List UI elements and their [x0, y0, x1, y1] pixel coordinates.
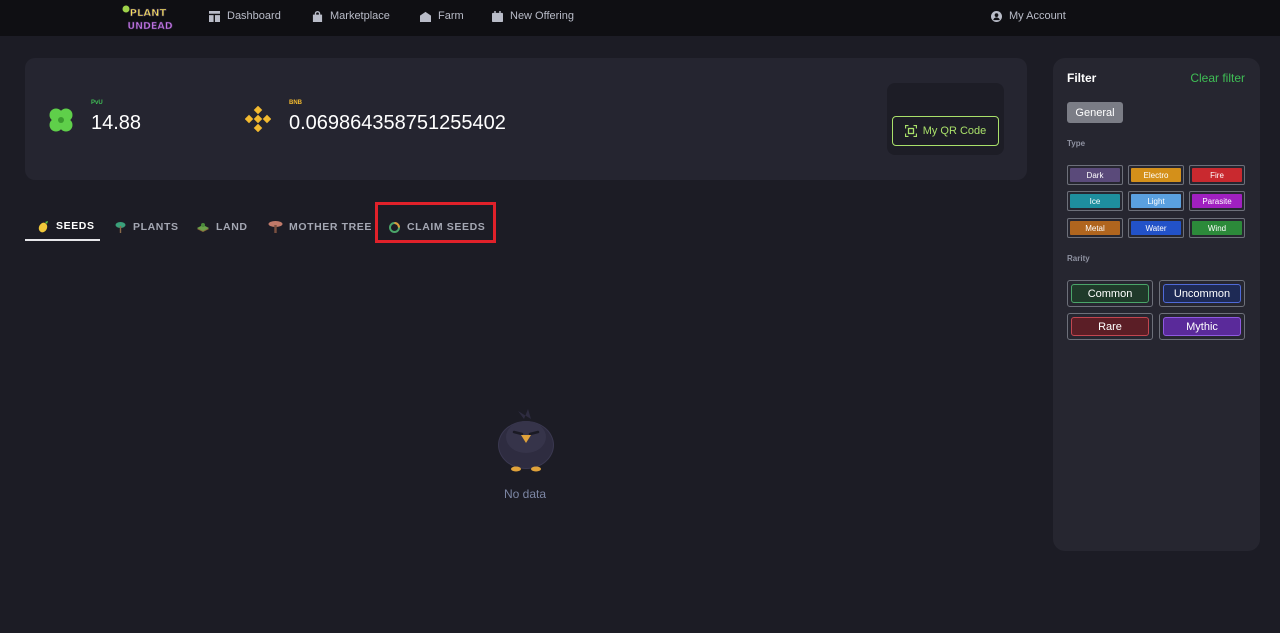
type-metal-chip[interactable]: Metal	[1067, 218, 1123, 238]
nav-marketplace[interactable]: Marketplace	[312, 10, 390, 22]
seed-icon	[38, 220, 48, 232]
rarity-section-label: Rarity	[1067, 254, 1090, 263]
crow-mascot-icon	[498, 409, 554, 472]
type-water-chip[interactable]: Water	[1128, 218, 1184, 238]
tab-seeds[interactable]: SEEDS	[25, 213, 100, 241]
tab-plants-label: PLANTS	[133, 221, 179, 233]
nav-my-account[interactable]: My Account	[991, 10, 1066, 22]
calendar-icon	[492, 10, 503, 22]
clover-icon	[49, 108, 73, 132]
nav-my-account-label: My Account	[1009, 10, 1066, 22]
type-electro-label: Electro	[1131, 168, 1181, 182]
my-qr-code-button[interactable]: My QR Code	[892, 116, 999, 146]
rarity-common-chip[interactable]: Common	[1067, 280, 1153, 307]
nav-new-offering-label: New Offering	[510, 10, 574, 22]
tab-mother-tree[interactable]: MOTHER TREE	[268, 213, 372, 241]
bnb-balance: 0.069864358751255402	[289, 112, 506, 134]
top-nav: PLANT UNDEAD Dashboard Marketplace Farm …	[0, 0, 1280, 36]
type-parasite-label: Parasite	[1192, 194, 1242, 208]
marketplace-icon	[312, 10, 323, 22]
type-fire-chip[interactable]: Fire	[1189, 165, 1245, 185]
type-wind-label: Wind	[1192, 221, 1242, 235]
empty-state-text: No data	[503, 487, 547, 501]
bnb-label: BNB	[289, 100, 302, 106]
tab-plants[interactable]: PLANTS	[114, 213, 179, 241]
pvu-label: PvU	[91, 100, 103, 106]
tree-icon	[268, 221, 283, 233]
general-chip[interactable]: General	[1067, 102, 1123, 123]
tab-mother-tree-label: MOTHER TREE	[289, 221, 373, 233]
qr-scan-icon	[904, 125, 917, 137]
type-light-label: Light	[1131, 194, 1181, 208]
svg-text:UNDEAD: UNDEAD	[127, 21, 172, 32]
plant-vs-undead-logo[interactable]: PLANT UNDEAD	[120, 3, 176, 33]
type-parasite-chip[interactable]: Parasite	[1189, 191, 1245, 211]
nav-farm[interactable]: Farm	[420, 10, 464, 22]
type-dark-label: Dark	[1070, 168, 1120, 182]
filter-title: Filter	[1067, 71, 1097, 85]
type-ice-chip[interactable]: Ice	[1067, 191, 1123, 211]
type-section-label: Type	[1067, 139, 1086, 148]
nav-farm-label: Farm	[438, 10, 464, 22]
type-water-label: Water	[1131, 221, 1181, 235]
land-icon	[197, 222, 209, 232]
filter-panel: Filter Clear filter General Type Dark El…	[1053, 58, 1260, 551]
bnb-icon	[245, 106, 271, 132]
rarity-rare-label: Rare	[1071, 317, 1149, 336]
rarity-uncommon-chip[interactable]: Uncommon	[1159, 280, 1245, 307]
my-qr-code-label: My QR Code	[922, 125, 987, 137]
tab-seeds-label: SEEDS	[56, 220, 95, 232]
svg-text:PLANT: PLANT	[130, 8, 167, 19]
pvu-balance: 14.88	[91, 112, 142, 134]
nav-dashboard-label: Dashboard	[227, 10, 281, 22]
rarity-mythic-label: Mythic	[1163, 317, 1241, 336]
type-wind-chip[interactable]: Wind	[1189, 218, 1245, 238]
nav-marketplace-label: Marketplace	[330, 10, 390, 22]
nav-new-offering[interactable]: New Offering	[492, 10, 574, 22]
farm-icon	[420, 11, 431, 22]
type-dark-chip[interactable]: Dark	[1067, 165, 1123, 185]
clear-filter-link[interactable]: Clear filter	[1190, 71, 1245, 85]
plant-icon	[115, 221, 126, 233]
rarity-uncommon-label: Uncommon	[1163, 284, 1241, 303]
balance-card: PvU 14.88 BNB 0.069864358751255402 My QR…	[25, 58, 1027, 180]
rarity-rare-chip[interactable]: Rare	[1067, 313, 1153, 340]
type-fire-label: Fire	[1192, 168, 1242, 182]
type-electro-chip[interactable]: Electro	[1128, 165, 1184, 185]
type-light-chip[interactable]: Light	[1128, 191, 1184, 211]
type-ice-label: Ice	[1070, 194, 1120, 208]
account-icon	[991, 10, 1002, 22]
nav-dashboard[interactable]: Dashboard	[209, 10, 281, 22]
claim-seeds-highlight-box	[375, 202, 496, 243]
tab-land-label: LAND	[216, 221, 248, 233]
dashboard-icon	[209, 10, 220, 22]
rarity-common-label: Common	[1071, 284, 1149, 303]
rarity-mythic-chip[interactable]: Mythic	[1159, 313, 1245, 340]
tab-land[interactable]: LAND	[196, 213, 248, 241]
qr-code-box: My QR Code	[887, 83, 1004, 155]
type-metal-label: Metal	[1070, 221, 1120, 235]
